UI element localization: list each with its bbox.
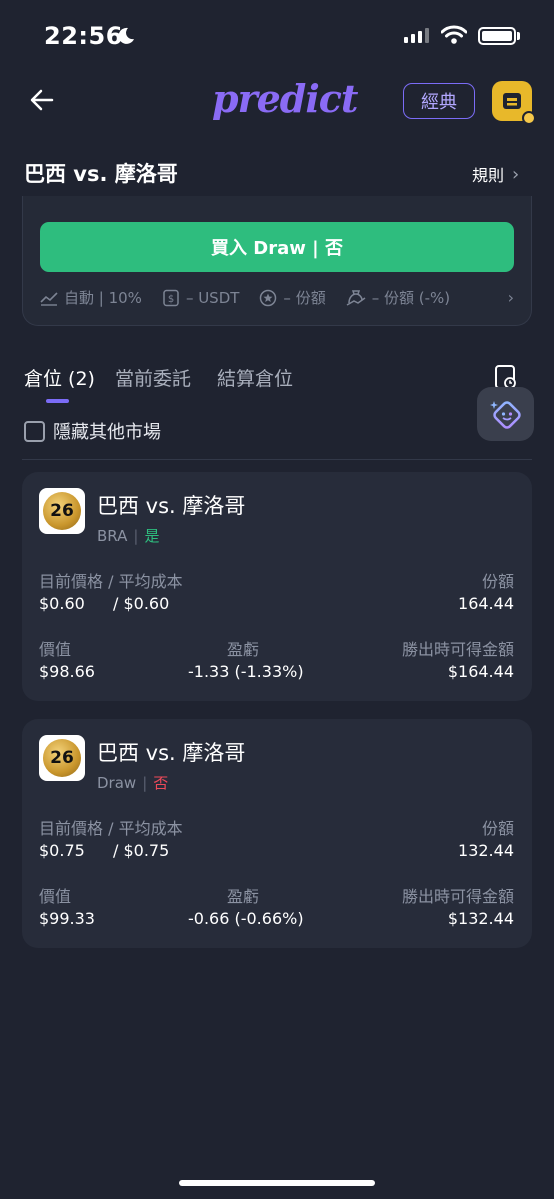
position-outcome: BRA | 是: [97, 525, 159, 546]
chart-line-icon: [40, 291, 58, 306]
shares-label: 份額: [481, 572, 514, 591]
outcome-code: Draw: [97, 773, 137, 792]
tab-settled-positions[interactable]: 結算倉位: [217, 364, 293, 391]
rules-label: 規則: [472, 166, 505, 185]
market-thumbnail: 26: [39, 488, 85, 534]
cellular-signal-icon: [404, 28, 429, 43]
current-price: $0.75: [39, 841, 85, 860]
star-coin-icon: [260, 289, 277, 306]
usdt-stat: $ – USDT: [162, 289, 239, 307]
rules-link[interactable]: 規則 ›: [472, 162, 519, 186]
match-title: 巴西 vs. 摩洛哥: [24, 162, 178, 186]
current-price: $0.60: [39, 594, 85, 613]
active-tab-indicator: [46, 399, 69, 403]
payout-label: 勝出時可得金額: [401, 887, 514, 906]
payout-value: $164.44: [447, 662, 514, 681]
shares-stat: – 份額: [259, 287, 326, 308]
classic-mode-button[interactable]: 經典: [403, 83, 475, 119]
dollar-card-icon: $: [163, 289, 179, 306]
pnl-value: -1.33 (-1.33%): [188, 662, 304, 681]
status-time: 22:56: [44, 22, 123, 50]
shares-label: 份額: [481, 819, 514, 838]
position-outcome: Draw | 否: [97, 772, 168, 793]
value-label: 價值: [39, 887, 72, 906]
shares-value: – 份額: [283, 289, 326, 307]
pnl-label: 盈虧: [227, 640, 260, 659]
moon-icon: [117, 27, 135, 49]
value-label: 價值: [39, 640, 72, 659]
hide-other-markets-toggle[interactable]: 隱藏其他市場: [24, 418, 161, 444]
price-label: 目前價格 / 平均成本: [39, 572, 183, 591]
usdt-value: – USDT: [185, 288, 240, 307]
separator: |: [133, 526, 139, 545]
position-market-name: 巴西 vs. 摩洛哥: [97, 494, 246, 518]
hide-other-markets-checkbox[interactable]: [24, 420, 45, 442]
home-indicator[interactable]: [179, 1180, 375, 1186]
svg-text:$: $: [168, 294, 174, 305]
shares-value: 132.44: [458, 841, 514, 860]
payout-label: 勝出時可得金額: [401, 640, 514, 659]
pnl-label: 盈虧: [227, 887, 260, 906]
position-value: $98.66: [39, 662, 95, 681]
sparkle-face-icon: [489, 401, 521, 429]
tab-open-orders[interactable]: 當前委託: [115, 364, 191, 391]
average-cost: / $0.60: [113, 594, 170, 613]
buy-draw-no-button[interactable]: 買入 Draw | 否: [40, 222, 514, 272]
outcome-code: BRA: [97, 526, 128, 545]
auto-slippage-value: 自動 | 10%: [64, 289, 142, 307]
battery-cap: [517, 32, 520, 40]
ai-assistant-button[interactable]: [477, 387, 534, 441]
pnl-value: -0.66 (-0.66%): [188, 909, 304, 928]
tab-positions[interactable]: 倉位 (2): [24, 364, 95, 391]
position-card[interactable]: 26 巴西 vs. 摩洛哥 BRA | 是 目前價格 / 平均成本 $0.60 …: [22, 472, 532, 701]
chevron-right-icon: ›: [507, 288, 514, 307]
position-value: $99.33: [39, 909, 95, 928]
position-card[interactable]: 26 巴西 vs. 摩洛哥 Draw | 否 目前價格 / 平均成本 $0.75…: [22, 719, 532, 948]
payout-stat: – 份額 (-%): [346, 287, 450, 308]
battery-icon: [478, 27, 516, 45]
outcome-side: 否: [153, 774, 169, 792]
wallet-app-icon[interactable]: [492, 81, 536, 125]
world-cup-26-icon: 26: [43, 739, 81, 777]
position-market-name: 巴西 vs. 摩洛哥: [97, 741, 246, 765]
divider: [22, 459, 532, 460]
world-cup-26-icon: 26: [43, 492, 81, 530]
payout-value: $132.44: [447, 909, 514, 928]
separator: |: [142, 773, 148, 792]
money-bag-icon: [346, 289, 366, 306]
notification-badge: [522, 111, 536, 125]
predict-logo: predict: [212, 76, 358, 121]
payout-value: – 份額 (-%): [371, 289, 451, 307]
chevron-right-icon: ›: [512, 163, 520, 185]
auto-slippage-stat: 自動 | 10%: [40, 287, 142, 308]
hide-other-markets-label: 隱藏其他市場: [53, 422, 161, 443]
shares-value: 164.44: [458, 594, 514, 613]
order-stats-row[interactable]: 自動 | 10% $ – USDT – 份額 – 份額 (-%) ›: [40, 287, 514, 308]
outcome-side: 是: [144, 527, 160, 545]
back-arrow-icon[interactable]: [28, 86, 56, 118]
average-cost: / $0.75: [113, 841, 170, 860]
wifi-icon: [440, 25, 468, 49]
price-label: 目前價格 / 平均成本: [39, 819, 183, 838]
market-thumbnail: 26: [39, 735, 85, 781]
